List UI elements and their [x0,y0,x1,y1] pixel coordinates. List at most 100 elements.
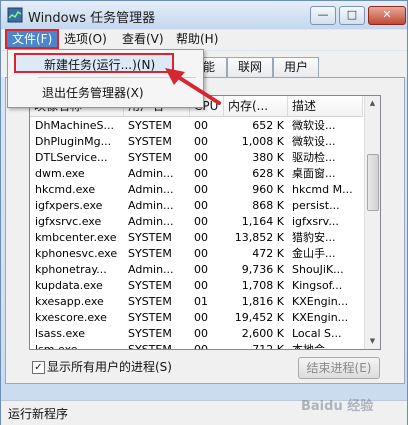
row-user-name: SYSTEM [128,327,172,340]
row-cpu: 01 [194,295,208,308]
row-memory: 19,452 K [234,311,284,324]
table-row[interactable]: kupdata.exe SYSTEM 00 1,708 K Kingsof... [30,278,363,294]
row-description: 本地会... [292,343,336,350]
row-image-name: DhPluginMg... [35,135,112,148]
row-image-name: DTLService... [35,151,108,164]
row-memory: 1,008 K [241,135,284,148]
row-description: 猎豹安... [292,231,336,244]
process-list[interactable]: 映像名称 用户名 CPU 内存(... 描述 DhMachineS...SYST… [29,95,381,350]
row-description: hkcmd M... [292,183,353,196]
table-row[interactable]: hkcmd.exe Admin... 00 960 K hkcmd M... [30,182,363,198]
scroll-thumb[interactable] [367,154,379,211]
row-image-name: lsm.exe [35,343,78,350]
menu-bar: 文件(F) 选项(O) 查看(V) 帮助(H) [1,29,407,50]
row-description: igfxsrv... [292,215,339,228]
row-cpu: 00 [194,183,208,196]
row-cpu: 00 [194,151,208,164]
row-memory: 380 K [252,151,284,164]
menu-item-exit[interactable]: 退出任务管理器(X) [14,83,184,103]
menu-help[interactable]: 帮助(H) [171,30,223,48]
row-user-name: SYSTEM [128,247,172,260]
maximize-button[interactable]: □ [339,6,365,25]
row-user-name: SYSTEM [128,119,172,132]
row-memory: 1,164 K [241,215,284,228]
table-row[interactable]: kphonesvc.exe SYSTEM 00 472 K 金山手... [30,246,363,262]
row-cpu: 00 [194,279,208,292]
vertical-scrollbar[interactable]: ▲ ▼ [364,96,380,349]
table-row[interactable]: igfxsrvc.exe Admin... 00 1,164 K igfxsrv... [30,214,363,230]
row-user-name: SYSTEM [128,295,172,308]
menu-options[interactable]: 选项(O) [59,30,112,48]
title-bar: Windows 任务管理器 — □ ✕ [1,1,407,29]
row-image-name: kmbcenter.exe [35,231,117,244]
row-user-name: SYSTEM [128,231,172,244]
row-cpu: 00 [194,343,208,350]
row-description: persist... [292,199,340,212]
row-image-name: kxescore.exe [35,311,107,324]
task-manager-app-icon [7,7,23,23]
show-all-users-label[interactable]: 显示所有用户的进程(S) [47,358,172,375]
row-user-name: SYSTEM [128,135,172,148]
row-memory: 628 K [252,167,284,180]
row-user-name: SYSTEM [128,343,172,350]
row-image-name: kxesapp.exe [35,295,104,308]
table-row[interactable]: kxesapp.exe SYSTEM 01 1,816 K KXEngin... [30,294,363,310]
menu-file[interactable]: 文件(F) [5,29,60,49]
table-row[interactable]: dwm.exe Admin... 00 628 K 桌面窗... [30,166,363,182]
row-description: Kingsof... [292,279,343,292]
row-image-name: lsass.exe [35,327,85,340]
table-row[interactable]: kxescore.exe SYSTEM 00 19,452 K KXEngin... [30,310,363,326]
scroll-down-icon[interactable]: ▼ [365,334,380,349]
row-description: KXEngin... [292,295,349,308]
watermark-text: Baidu 经验 [301,399,374,414]
table-row[interactable]: kmbcenter.exe SYSTEM 00 13,852 K 猎豹安... [30,230,363,246]
menu-item-new-task[interactable]: 新建任务(运行...)(N) [14,53,174,73]
row-image-name: kphonesvc.exe [35,247,118,260]
table-row[interactable]: kphonetray... Admin... 00 9,736 K ShouJiK... [30,262,363,278]
row-cpu: 00 [194,135,208,148]
row-memory: 2,600 K [241,327,284,340]
table-row[interactable]: DhMachineS... SYSTEM 00 652 K 微软设... [30,118,363,134]
row-description: 驱动检... [292,151,336,164]
row-user-name: SYSTEM [128,311,172,324]
close-button[interactable]: ✕ [368,6,406,25]
table-row[interactable]: lsm.exe SYSTEM 00 712 K 本地会... [30,342,363,350]
row-description: ShouJiK... [292,263,344,276]
tab-users[interactable]: 用户 [273,57,319,77]
show-all-users-checkbox[interactable]: ✓ [32,361,45,374]
tab-networking[interactable]: 联网 [227,57,273,77]
row-cpu: 00 [194,215,208,228]
row-cpu: 00 [194,231,208,244]
row-memory: 1,816 K [241,295,284,308]
table-row[interactable]: DTLService... SYSTEM 00 380 K 驱动检... [30,150,363,166]
row-cpu: 00 [194,199,208,212]
menu-view[interactable]: 查看(V) [117,30,169,48]
column-memory[interactable]: 内存(... [224,96,288,116]
scroll-up-icon[interactable]: ▲ [365,96,380,111]
row-user-name: Admin... [128,167,174,180]
row-description: Local S... [292,327,342,340]
row-memory: 1,708 K [241,279,284,292]
row-description: KXEngin... [292,311,349,324]
row-memory: 9,736 K [241,263,284,276]
row-image-name: dwm.exe [35,167,85,180]
row-image-name: DhMachineS... [35,119,114,132]
row-cpu: 00 [194,327,208,340]
table-row[interactable]: igfxpers.exe Admin... 00 868 K persist... [30,198,363,214]
end-process-button[interactable]: 结束进程(E) [298,357,380,379]
table-row[interactable]: DhPluginMg... SYSTEM 00 1,008 K 微软设... [30,134,363,150]
row-description: 金山手... [292,247,336,260]
row-memory: 472 K [252,247,284,260]
minimize-button[interactable]: — [310,6,336,25]
row-user-name: Admin... [128,183,174,196]
row-user-name: Admin... [128,263,174,276]
row-cpu: 00 [194,167,208,180]
row-memory: 712 K [252,343,284,350]
row-user-name: Admin... [128,199,174,212]
row-user-name: Admin... [128,215,174,228]
window-title: Windows 任务管理器 [28,11,156,26]
table-row[interactable]: lsass.exe SYSTEM 00 2,600 K Local S... [30,326,363,342]
column-description[interactable]: 描述 [288,96,363,116]
annotation-arrow-icon [165,68,221,105]
row-cpu: 00 [194,311,208,324]
